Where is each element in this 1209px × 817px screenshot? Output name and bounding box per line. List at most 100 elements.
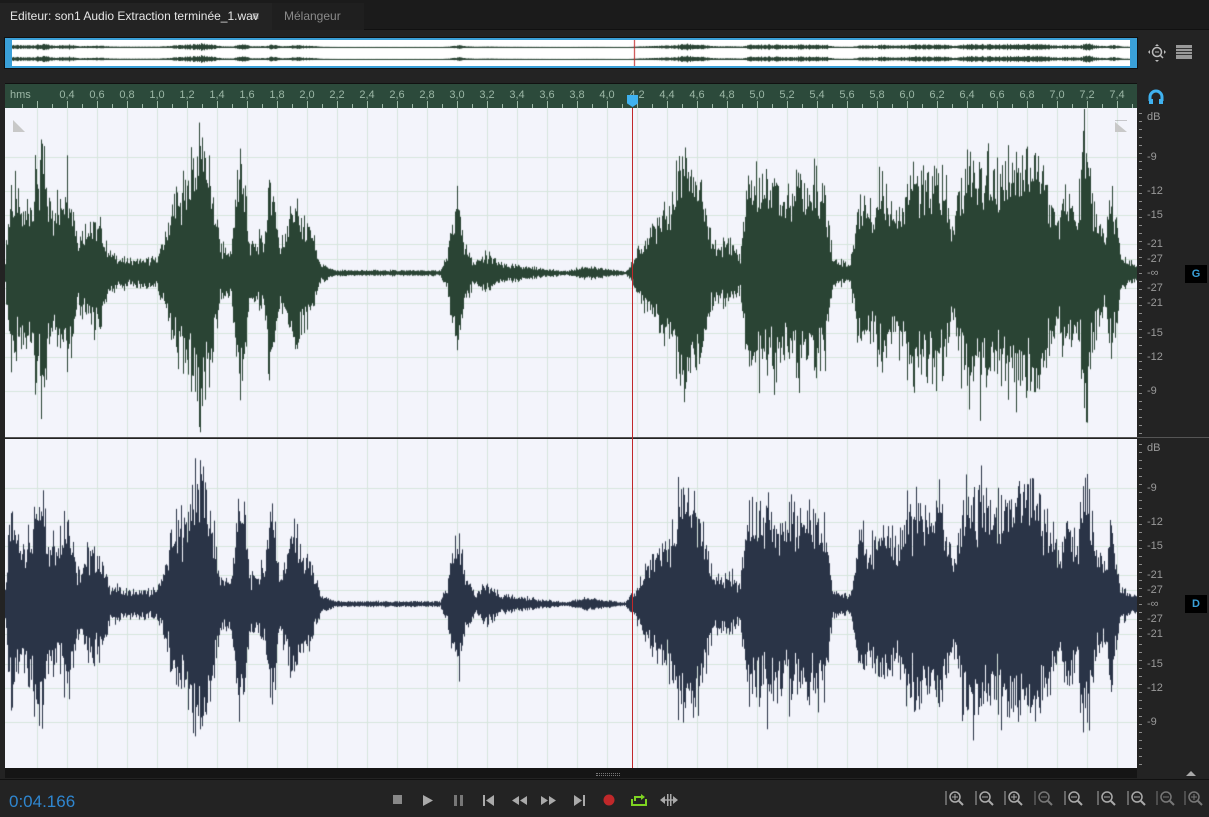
expand-arrow-icon[interactable] bbox=[1186, 771, 1196, 776]
db-tick bbox=[1139, 233, 1142, 234]
db-tick bbox=[1139, 636, 1142, 637]
ruler-tick bbox=[187, 101, 188, 108]
db-tick bbox=[1139, 716, 1142, 717]
left-channel-badge[interactable]: G bbox=[1185, 265, 1207, 283]
monitor-headphones-icon[interactable] bbox=[1145, 86, 1167, 108]
pause-button[interactable] bbox=[447, 789, 469, 811]
current-time[interactable]: 0:04.166 bbox=[9, 792, 75, 812]
ruler-tick bbox=[1057, 101, 1058, 108]
ruler-tick bbox=[817, 101, 818, 108]
list-view-icon[interactable] bbox=[1173, 41, 1195, 63]
horizontal-scrollbar[interactable] bbox=[5, 768, 1137, 778]
db-label: -27 bbox=[1147, 613, 1163, 625]
ruler-label: 3,2 bbox=[479, 89, 495, 101]
ruler-tick bbox=[37, 101, 38, 108]
stop-button[interactable] bbox=[387, 789, 409, 811]
zoom-in-amplitude-icon bbox=[945, 791, 964, 806]
right-waveform bbox=[5, 439, 1137, 769]
db-tick bbox=[1139, 708, 1142, 709]
db-tick bbox=[1139, 460, 1142, 461]
zoom-in-time-button[interactable] bbox=[1000, 789, 1026, 811]
right-channel-badge[interactable]: D bbox=[1185, 595, 1207, 613]
ruler-label: 4,8 bbox=[719, 89, 735, 101]
skip-selection-button[interactable] bbox=[658, 789, 680, 811]
db-tick bbox=[1139, 177, 1142, 178]
fast-forward-button[interactable] bbox=[537, 789, 559, 811]
zoom-in-amplitude-button[interactable] bbox=[941, 789, 967, 811]
db-tick bbox=[1139, 241, 1142, 242]
fade-in-handle-icon[interactable] bbox=[13, 120, 25, 132]
ruler-tick bbox=[247, 101, 248, 108]
left-waveform bbox=[5, 108, 1137, 438]
tab-mixer-label: Mélangeur bbox=[284, 9, 341, 23]
zoom-out-amplitude-button[interactable] bbox=[971, 789, 997, 811]
db-tick bbox=[1139, 700, 1142, 701]
ruler-tick bbox=[1027, 101, 1028, 108]
zoom-out-time-button[interactable] bbox=[1030, 789, 1056, 811]
ruler-label: 5,8 bbox=[869, 89, 885, 101]
fade-out-handle-icon[interactable] bbox=[1115, 120, 1127, 132]
ruler-label: 0,8 bbox=[119, 89, 135, 101]
db-tick bbox=[1139, 492, 1142, 493]
move-to-next-button[interactable] bbox=[568, 789, 590, 811]
ruler-tick bbox=[937, 101, 938, 108]
zoom-in-at-in-point-button[interactable] bbox=[1093, 789, 1119, 811]
ruler-label: 5,6 bbox=[839, 89, 855, 101]
db-tick bbox=[1139, 612, 1142, 613]
channel-right-waveform[interactable] bbox=[5, 439, 1137, 769]
overview-navigator[interactable] bbox=[4, 37, 1138, 69]
rewind-button[interactable] bbox=[508, 789, 530, 811]
ruler-tick bbox=[877, 101, 878, 108]
db-tick bbox=[1139, 393, 1142, 394]
record-button[interactable] bbox=[598, 789, 620, 811]
db-tick bbox=[1139, 337, 1142, 338]
db-label: -9 bbox=[1147, 482, 1157, 494]
ruler-tick bbox=[367, 101, 368, 108]
db-label: -27 bbox=[1147, 253, 1163, 265]
db-tick bbox=[1139, 756, 1142, 757]
db-label: -9 bbox=[1147, 385, 1157, 397]
tab-editor[interactable]: Editeur: son1 Audio Extraction terminée_… bbox=[0, 3, 272, 50]
db-tick bbox=[1139, 572, 1142, 573]
ruler-tick bbox=[997, 101, 998, 108]
ruler-tick bbox=[127, 101, 128, 108]
ruler-label: 0,6 bbox=[89, 89, 105, 101]
time-ruler[interactable]: hms 0,4 0,6 0,8 1,0 1,2 1,4 1,6 1,8 2,0 2,2 2,4 2,6… bbox=[5, 83, 1137, 108]
panel-menu-icon[interactable]: ≡ bbox=[252, 3, 259, 30]
db-tick bbox=[1139, 385, 1142, 386]
loop-playback-button[interactable] bbox=[628, 789, 650, 811]
move-to-previous-button[interactable] bbox=[477, 789, 499, 811]
channel-left-waveform[interactable] bbox=[5, 108, 1137, 438]
db-tick bbox=[1139, 476, 1142, 477]
db-tick bbox=[1139, 145, 1142, 146]
db-tick bbox=[1139, 273, 1142, 274]
zoom-out-full-button[interactable] bbox=[1060, 789, 1086, 811]
db-tick bbox=[1139, 161, 1142, 162]
zoom-to-selection-button[interactable] bbox=[1152, 789, 1178, 811]
resize-grip[interactable] bbox=[596, 773, 620, 776]
db-label: -12 bbox=[1147, 351, 1163, 363]
overview-left-handle[interactable] bbox=[7, 40, 12, 66]
db-tick bbox=[1139, 209, 1142, 210]
play-button[interactable] bbox=[417, 789, 439, 811]
db-tick bbox=[1139, 353, 1142, 354]
db-tick bbox=[1139, 257, 1142, 258]
db-tick bbox=[1139, 305, 1142, 306]
db-tick bbox=[1139, 425, 1142, 426]
ruler-tick bbox=[757, 101, 758, 108]
overview-right-handle[interactable] bbox=[1130, 40, 1135, 66]
ruler-tick bbox=[787, 101, 788, 108]
zoom-navigator-icon[interactable] bbox=[1146, 42, 1168, 64]
tab-mixer[interactable]: Mélangeur bbox=[272, 3, 364, 30]
tab-bar: Editeur: son1 Audio Extraction terminée_… bbox=[0, 0, 1209, 50]
db-tick bbox=[1139, 596, 1142, 597]
zoom-out-full-icon bbox=[1064, 791, 1083, 806]
db-label: -9 bbox=[1147, 716, 1157, 728]
zoom-in-at-out-point-icon bbox=[1127, 791, 1146, 806]
db-tick bbox=[1139, 748, 1142, 749]
ruler-tick bbox=[487, 101, 488, 108]
db-tick bbox=[1139, 193, 1142, 194]
ruler-label: 2,4 bbox=[359, 89, 375, 101]
zoom-to-selected-channel-button[interactable] bbox=[1180, 789, 1206, 811]
zoom-in-at-out-point-button[interactable] bbox=[1123, 789, 1149, 811]
